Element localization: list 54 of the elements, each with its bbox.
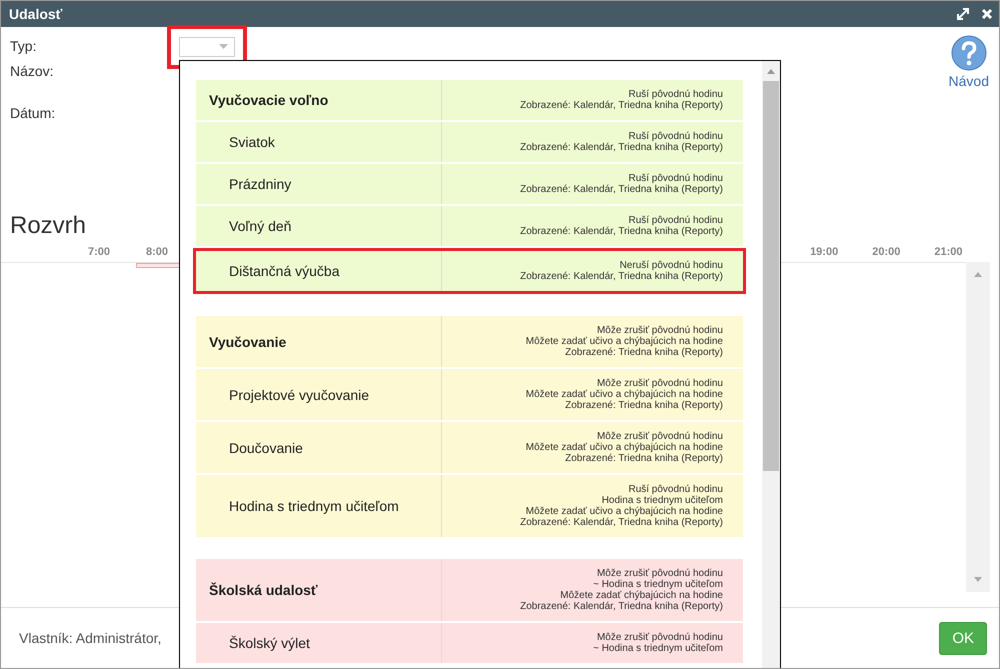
time-label: 7:00 (88, 246, 110, 260)
time-label: 21:00 (934, 246, 962, 260)
field-label: Názov: (10, 63, 55, 81)
option-label: Sviatok (196, 122, 442, 162)
owner-text: Vlastník: Administrátor, (19, 630, 162, 646)
dropdown-option[interactable]: Voľný deň Ruší pôvodnú hodinu Zobrazené: Kalendár, Triedna kniha (Reporty) (196, 206, 743, 246)
option-description: Ruší pôvodnú hodinu Zobrazené: Kalendár, Triedna kniha (Reporty) (519, 88, 724, 113)
dropdown-option[interactable]: Školský výlet Môže zrušiť pôvodnú hodinu ~ Hodina s triednym učiteľom (196, 623, 743, 663)
group-title: Vyučovanie (196, 316, 442, 367)
field-label: Dátum: (10, 105, 56, 121)
dropdown-option[interactable]: Dištančná výučba Neruší pôvodnú hodinu Zobrazené: Kalendár, Triedna kniha (Reporty) (193, 248, 746, 294)
option-description: Môže zrušiť pôvodnú hodinu Môžete zadať učivo a chýbajúcich na hodine Zobrazené: Triedna kniha (Reporty) (524, 377, 724, 413)
scrollbar[interactable] (966, 262, 990, 592)
option-description: Neruší pôvodnú hodinu Zobrazené: Kalendár, Triedna kniha (Reporty) (519, 259, 724, 284)
scroll-down-icon[interactable] (973, 576, 983, 584)
option-description: Ruší pôvodnú hodinu Hodina s triednym učiteľom Môžete zadať učivo a chýbajúcich na hodine Zobrazené: Kalendár, Triedna kniha (Reporty) (519, 483, 724, 530)
help-link[interactable]: Návod (948, 73, 989, 89)
group-title: Vyučovacie voľno (196, 80, 442, 120)
group-title: Školská udalosť (196, 559, 442, 621)
help-icon[interactable] (950, 35, 987, 71)
section-heading: Rozvrh (10, 212, 86, 241)
expand-icon[interactable] (957, 8, 969, 20)
dropdown-option[interactable]: Sviatok Ruší pôvodnú hodinu Zobrazené: Kalendár, Triedna kniha (Reporty) (196, 122, 743, 162)
time-label: 20:00 (872, 246, 900, 260)
option-description: Môže zrušiť pôvodnú hodinu ~ Hodina s triednym učiteľom (592, 631, 724, 656)
time-marker (136, 263, 180, 268)
dropdown-option[interactable]: Doučovanie Môže zrušiť pôvodnú hodinu Môžete zadať učivo a chýbajúcich na hodine Zobrazené: Triedna kniha (Reporty) (196, 422, 743, 473)
dropdown-option[interactable]: Hodina s triednym učiteľom Ruší pôvodnú hodinu Hodina s triednym učiteľom Môžete zadať učivo a chýbajúcich na hodine Zobrazené: Kalendár, Triedna kniha (Reporty) (196, 475, 743, 537)
caret-icon (219, 44, 228, 50)
option-label: Prázdniny (196, 164, 442, 204)
option-description: Ruší pôvodnú hodinu Zobrazené: Kalendár, Triedna kniha (Reporty) (519, 214, 724, 239)
option-description: Môže zrušiť pôvodnú hodinu Môžete zadať učivo a chýbajúcich na hodine Zobrazené: Triedna kniha (Reporty) (524, 430, 724, 466)
option-description: Ruší pôvodnú hodinu Zobrazené: Kalendár, Triedna kniha (Reporty) (519, 130, 724, 155)
option-description: Môže zrušiť pôvodnú hodinu Môžete zadať učivo a chýbajúcich na hodine Zobrazené: Triedna kniha (Reporty) (524, 324, 724, 360)
window-title: Udalosť (9, 6, 62, 22)
option-label: Voľný deň (196, 206, 442, 246)
option-label: Projektové vyučovanie (196, 369, 442, 420)
option-description: Ruší pôvodnú hodinu Zobrazené: Kalendár, Triedna kniha (Reporty) (519, 172, 724, 197)
option-label: Dištančná výučba (196, 251, 442, 291)
option-label: Školský výlet (196, 623, 442, 663)
type-select[interactable] (179, 37, 235, 57)
scroll-up-icon[interactable] (766, 67, 776, 75)
option-label: Hodina s triednym učiteľom (196, 475, 442, 537)
option-description: Môže zrušiť pôvodnú hodinu ~ Hodina s triednym učiteľom Môžete zadať chýbajúcich na hodine Zobrazené: Kalendár, Triedna kniha (Reporty) (519, 567, 724, 614)
option-label: Doučovanie (196, 422, 442, 473)
dropdown-option[interactable]: Prázdniny Ruší pôvodnú hodinu Zobrazené: Kalendár, Triedna kniha (Reporty) (196, 164, 743, 204)
scrollbar[interactable] (762, 61, 780, 668)
close-icon[interactable] (981, 8, 993, 20)
field-label: Typ: (10, 38, 38, 56)
time-label: 8:00 (146, 246, 168, 260)
scroll-up-icon[interactable] (973, 270, 983, 278)
scroll-thumb[interactable] (763, 81, 779, 471)
dropdown-option[interactable]: Projektové vyučovanie Môže zrušiť pôvodnú hodinu Môžete zadať učivo a chýbajúcich na hodine Zobrazené: Triedna kniha (Reporty) (196, 369, 743, 420)
time-label: 19:00 (810, 246, 838, 260)
